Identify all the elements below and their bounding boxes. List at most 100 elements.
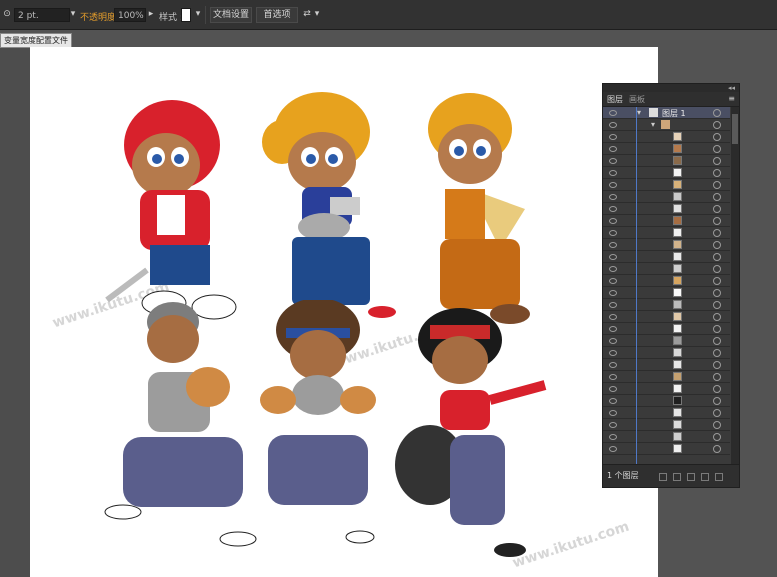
- layer-row[interactable]: [603, 203, 730, 215]
- artboard[interactable]: www.ikutu.com www.ikutu.com www.ikutu.co…: [30, 47, 658, 577]
- target-circle-icon[interactable]: [713, 325, 721, 333]
- target-circle-icon[interactable]: [713, 289, 721, 297]
- eye-icon[interactable]: [609, 446, 617, 452]
- cartoon-gray-cap[interactable]: [98, 297, 268, 547]
- eye-icon[interactable]: [609, 290, 617, 296]
- eye-icon[interactable]: [609, 230, 617, 236]
- target-circle-icon[interactable]: [713, 301, 721, 309]
- target-circle-icon[interactable]: [713, 445, 721, 453]
- layer-row[interactable]: [603, 359, 730, 371]
- locate-object-icon[interactable]: [659, 473, 667, 481]
- target-circle-icon[interactable]: [713, 229, 721, 237]
- eye-icon[interactable]: [609, 218, 617, 224]
- style-swatch[interactable]: [181, 8, 191, 22]
- stroke-weight-field[interactable]: 2 pt.: [14, 8, 70, 22]
- chevron-down-icon[interactable]: ▾: [312, 9, 322, 19]
- eye-icon[interactable]: [609, 314, 617, 320]
- layer-row[interactable]: [603, 275, 730, 287]
- cartoon-curly-hair[interactable]: [248, 300, 388, 550]
- eye-icon[interactable]: [609, 362, 617, 368]
- layer-row[interactable]: [603, 431, 730, 443]
- eye-icon[interactable]: [609, 374, 617, 380]
- target-circle-icon[interactable]: [713, 373, 721, 381]
- panel-titlebar[interactable]: ◂◂: [603, 84, 739, 92]
- make-clipping-mask-icon[interactable]: [673, 473, 681, 481]
- eye-icon[interactable]: [609, 278, 617, 284]
- layer-row[interactable]: [603, 407, 730, 419]
- target-circle-icon[interactable]: [713, 397, 721, 405]
- preferences-button[interactable]: 首选项: [256, 7, 298, 23]
- eye-icon[interactable]: [609, 110, 617, 116]
- eye-icon[interactable]: [609, 122, 617, 128]
- disclosure-triangle[interactable]: ▾: [651, 120, 655, 129]
- collapse-icon[interactable]: ◂◂: [728, 84, 735, 92]
- target-circle-icon[interactable]: [713, 145, 721, 153]
- layer-row[interactable]: [603, 167, 730, 179]
- trash-icon[interactable]: [715, 473, 723, 481]
- layer-row[interactable]: [603, 215, 730, 227]
- chevron-right-icon[interactable]: ▸: [146, 9, 156, 19]
- eye-icon[interactable]: [609, 266, 617, 272]
- layer-row[interactable]: [603, 299, 730, 311]
- new-sublayer-icon[interactable]: [687, 473, 695, 481]
- target-circle-icon[interactable]: [713, 385, 721, 393]
- layer-row[interactable]: ▾: [603, 119, 730, 131]
- eye-icon[interactable]: [609, 386, 617, 392]
- eye-icon[interactable]: [609, 350, 617, 356]
- layer-name[interactable]: 图层 1: [662, 108, 686, 119]
- tab-artboards[interactable]: 画板: [629, 94, 645, 105]
- opacity-field[interactable]: 100%: [114, 8, 146, 22]
- target-circle-icon[interactable]: [713, 181, 721, 189]
- target-circle-icon[interactable]: [713, 409, 721, 417]
- layer-row[interactable]: [603, 239, 730, 251]
- eye-icon[interactable]: [609, 254, 617, 260]
- eye-icon[interactable]: [609, 326, 617, 332]
- target-circle-icon[interactable]: [713, 337, 721, 345]
- layer-row[interactable]: [603, 179, 730, 191]
- cartoon-yellow-hair[interactable]: [252, 87, 397, 327]
- eye-icon[interactable]: [609, 146, 617, 152]
- eye-icon[interactable]: [609, 338, 617, 344]
- target-circle-icon[interactable]: [713, 241, 721, 249]
- eye-icon[interactable]: [609, 170, 617, 176]
- layer-row[interactable]: [603, 287, 730, 299]
- target-circle-icon[interactable]: [713, 253, 721, 261]
- layer-row[interactable]: [603, 443, 730, 455]
- layer-row[interactable]: [603, 323, 730, 335]
- layers-panel[interactable]: ◂◂ 图层 画板 ≡ ▾ 图层 1 ▾ 1 个图层: [602, 83, 740, 488]
- target-circle-icon[interactable]: [713, 169, 721, 177]
- stroke-icon[interactable]: ⊙: [2, 9, 12, 19]
- target-circle-icon[interactable]: [713, 361, 721, 369]
- eye-icon[interactable]: [609, 158, 617, 164]
- panel-scroll-thumb[interactable]: [732, 114, 738, 144]
- target-circle-icon[interactable]: [713, 205, 721, 213]
- layer-row[interactable]: [603, 371, 730, 383]
- cartoon-bandana[interactable]: [370, 305, 560, 560]
- target-circle-icon[interactable]: [713, 277, 721, 285]
- chevron-down-icon[interactable]: ▾: [193, 9, 203, 19]
- layer-row[interactable]: [603, 395, 730, 407]
- layer-row[interactable]: [603, 131, 730, 143]
- eye-icon[interactable]: [609, 182, 617, 188]
- layer-row[interactable]: [603, 347, 730, 359]
- arrange-icon[interactable]: ⇄: [302, 9, 312, 19]
- eye-icon[interactable]: [609, 206, 617, 212]
- layer-row[interactable]: [603, 419, 730, 431]
- eye-icon[interactable]: [609, 434, 617, 440]
- disclosure-triangle[interactable]: ▾: [637, 108, 641, 117]
- target-circle-icon[interactable]: [713, 421, 721, 429]
- layer-row[interactable]: [603, 251, 730, 263]
- eye-icon[interactable]: [609, 134, 617, 140]
- panel-menu-icon[interactable]: ≡: [728, 94, 735, 103]
- layer-row[interactable]: [603, 155, 730, 167]
- target-circle-icon[interactable]: [713, 349, 721, 357]
- target-circle-icon[interactable]: [713, 121, 721, 129]
- eye-icon[interactable]: [609, 242, 617, 248]
- eye-icon[interactable]: [609, 302, 617, 308]
- target-circle-icon[interactable]: [713, 217, 721, 225]
- layer-row[interactable]: ▾ 图层 1: [603, 107, 730, 119]
- target-circle-icon[interactable]: [713, 193, 721, 201]
- layer-row[interactable]: [603, 227, 730, 239]
- layer-row[interactable]: [603, 191, 730, 203]
- eye-icon[interactable]: [609, 422, 617, 428]
